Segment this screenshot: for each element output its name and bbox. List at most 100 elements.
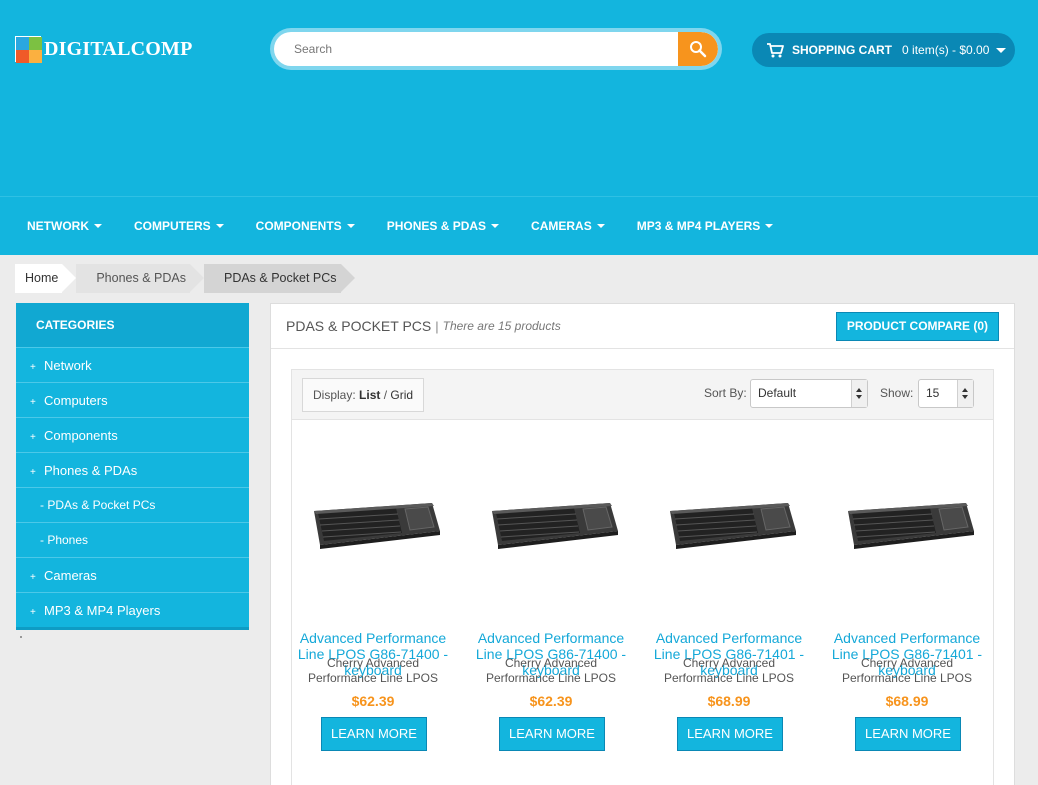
product-description: Cherry Advanced Performance Line LPOS <box>485 656 617 685</box>
nav-item-network[interactable]: NETWORK <box>27 219 102 233</box>
sort-value: Default <box>758 386 797 400</box>
product-card: Advanced Performance Line LPOS G86-71401… <box>648 420 826 785</box>
learn-more-button[interactable]: LEARN MORE <box>677 717 783 751</box>
plus-icon: + <box>30 572 36 583</box>
view-separator: / <box>383 388 388 402</box>
product-image[interactable] <box>664 460 799 585</box>
chevron-down-icon <box>215 224 224 228</box>
chevron-down-icon <box>596 224 605 228</box>
plus-icon: + <box>30 467 36 478</box>
keyboard-icon <box>847 502 974 549</box>
chevron-down-icon <box>765 224 774 228</box>
breadcrumb-phones-pdas[interactable]: Phones & PDAs <box>76 264 204 293</box>
search-icon <box>690 41 707 58</box>
show-value: 15 <box>926 386 940 400</box>
keyboard-icon <box>491 502 618 549</box>
nav-label: COMPUTERS <box>134 219 211 233</box>
listing-header: PDAS & POCKET PCS | There are 15 product… <box>271 304 1014 349</box>
product-card: Advanced Performance Line LPOS G86-71400… <box>470 420 648 785</box>
chevron-down-icon <box>94 224 102 228</box>
chevron-down-icon <box>491 224 500 228</box>
category-cameras[interactable]: + Cameras <box>16 557 249 592</box>
breadcrumb-home[interactable]: Home <box>15 264 77 293</box>
site-header: DIGITALCOMP SHOPPING CART 0 item(s) - $0… <box>0 0 1038 196</box>
plus-icon: + <box>30 362 36 373</box>
sort-label: Sort By: <box>704 386 747 400</box>
learn-more-button[interactable]: LEARN MORE <box>855 717 961 751</box>
shopping-cart-button[interactable]: SHOPPING CART 0 item(s) - $0.00 <box>752 33 1015 67</box>
logo-text: DIGITALCOMP <box>44 37 193 60</box>
category-phones-pdas[interactable]: + Phones & PDAs <box>16 452 249 487</box>
category-label: Components <box>44 428 118 443</box>
breadcrumb-current: PDAs & Pocket PCs <box>203 264 355 293</box>
product-price: $68.99 <box>885 693 929 709</box>
product-image[interactable] <box>308 460 443 585</box>
search-input[interactable] <box>274 32 678 66</box>
search-button[interactable] <box>678 32 718 66</box>
nav-label: PHONES & PDAS <box>386 219 487 233</box>
divider <box>20 636 22 638</box>
grid-view-link[interactable]: Grid <box>390 388 413 402</box>
product-price: $62.39 <box>351 693 395 709</box>
category-phones[interactable]: - Phones <box>16 522 249 557</box>
nav-item-cameras[interactable]: CAMERAS <box>531 219 605 233</box>
product-description: Cherry Advanced Performance Line LPOS <box>307 656 439 685</box>
search-box <box>274 32 718 66</box>
categories-title: CATEGORIES <box>16 303 249 347</box>
logo[interactable]: DIGITALCOMP <box>15 36 193 63</box>
learn-more-button[interactable]: LEARN MORE <box>499 717 605 751</box>
select-arrows-icon <box>851 380 867 407</box>
category-mp3-mp4-players[interactable]: + MP3 & MP4 Players <box>16 592 249 627</box>
keyboard-icon <box>669 502 796 549</box>
cart-summary: 0 item(s) - $0.00 <box>902 43 990 57</box>
category-network[interactable]: + Network <box>16 347 249 382</box>
list-view-link[interactable]: List <box>359 388 380 402</box>
product-description: Cherry Advanced Performance Line LPOS <box>663 656 795 685</box>
cart-title: SHOPPING CART <box>792 43 893 57</box>
listing-toolbar: Display: List / Grid Sort By: Default Sh… <box>292 370 993 420</box>
display-toggle: Display: List / Grid <box>302 378 425 412</box>
logo-icon <box>15 36 42 63</box>
product-image[interactable] <box>486 460 621 585</box>
show-label: Show: <box>880 386 914 400</box>
keyboard-icon <box>313 502 440 549</box>
category-components[interactable]: + Components <box>16 417 249 452</box>
product-card: Advanced Performance Line LPOS G86-71400… <box>292 420 470 785</box>
category-label: Cameras <box>44 568 97 583</box>
category-computers[interactable]: + Computers <box>16 382 249 417</box>
nav-label: NETWORK <box>27 219 89 233</box>
plus-icon: + <box>30 397 36 408</box>
search-bar <box>270 28 722 70</box>
product-card: Advanced Performance Line LPOS G86-71401… <box>826 420 1004 785</box>
categories-sidebar: CATEGORIES + Network + Computers + Componen… <box>16 303 249 630</box>
nav-item-phones-pdas[interactable]: PHONES & PDAS <box>386 219 500 233</box>
category-pdas-pocket-pcs[interactable]: - PDAs & Pocket PCs <box>16 487 249 522</box>
show-select[interactable]: 15 <box>918 379 974 408</box>
nav-label: MP3 & MP4 PLAYERS <box>636 219 761 233</box>
category-label: Network <box>44 358 92 373</box>
nav-label: COMPONENTS <box>255 219 342 233</box>
nav-item-components[interactable]: COMPONENTS <box>256 219 355 233</box>
title-separator: | <box>435 318 439 334</box>
sort-select[interactable]: Default <box>750 379 868 408</box>
breadcrumb: Home Phones & PDAs PDAs & Pocket PCs <box>15 264 355 293</box>
product-panel: Display: List / Grid Sort By: Default Sh… <box>291 369 994 785</box>
product-price: $62.39 <box>529 693 573 709</box>
display-label: Display: <box>313 388 356 402</box>
product-grid: Advanced Performance Line LPOS G86-71400… <box>292 420 995 785</box>
chevron-down-icon <box>996 47 1007 53</box>
product-listing: PDAS & POCKET PCS | There are 15 product… <box>270 303 1015 785</box>
select-arrows-icon <box>957 380 973 407</box>
plus-icon: + <box>30 607 36 618</box>
nav-item-computers[interactable]: COMPUTERS <box>134 219 224 233</box>
plus-icon: + <box>30 432 36 443</box>
product-description: Cherry Advanced Performance Line LPOS <box>841 656 973 685</box>
nav-label: CAMERAS <box>531 219 592 233</box>
cart-icon <box>767 43 784 58</box>
category-label: Phones & PDAs <box>44 463 138 478</box>
nav-item-mp3-mp4-players[interactable]: MP3 & MP4 PLAYERS <box>637 219 774 233</box>
product-image[interactable] <box>842 460 977 585</box>
learn-more-button[interactable]: LEARN MORE <box>321 717 427 751</box>
product-compare-button[interactable]: PRODUCT COMPARE (0) <box>835 312 999 341</box>
chevron-down-icon <box>346 224 355 228</box>
